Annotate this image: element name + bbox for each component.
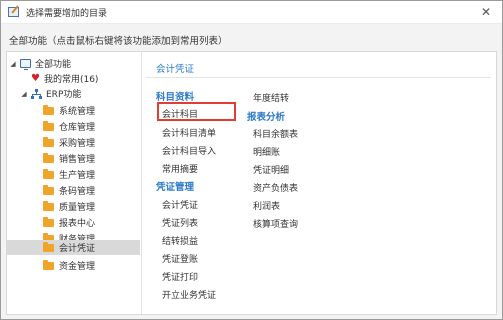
- section-title: 会计凭证: [156, 64, 195, 75]
- item-voucher-detail[interactable]: 凭证明细: [253, 163, 289, 176]
- tree-node-label: 系统管理: [59, 107, 96, 117]
- section-divider: [146, 77, 491, 78]
- tree-node-module[interactable]: 质量管理: [43, 199, 95, 214]
- tree-node-label: 质量管理: [59, 203, 96, 213]
- collapse-caret-icon[interactable]: ◢: [9, 60, 17, 68]
- tree-node-module[interactable]: 销售管理: [43, 151, 95, 166]
- tree-node-module[interactable]: 仓库管理: [43, 119, 95, 134]
- org-chart-icon: [31, 88, 42, 99]
- dialog-window: 选择需要增加的目录 ✕ 全部功能（点击鼠标右键将该功能添加到常用列表） ◢ 全部…: [0, 0, 503, 320]
- tree-node-label: 全部功能: [35, 60, 72, 70]
- item-year-end-carryover[interactable]: 年度结转: [253, 91, 289, 104]
- tree-node-module[interactable]: 系统管理: [43, 103, 95, 118]
- item-accounting-item-query[interactable]: 核算项查询: [253, 217, 298, 230]
- item-voucher-list[interactable]: 凭证列表: [162, 216, 198, 229]
- item-detail-ledger[interactable]: 明细账: [253, 145, 280, 158]
- folder-icon: [43, 259, 54, 270]
- tree-node-erp[interactable]: ◢ ERP功能: [20, 86, 81, 101]
- group-title-voucher-mgmt: 凭证管理: [156, 182, 195, 193]
- item-carry-forward-pl[interactable]: 结转损益: [162, 234, 198, 247]
- tree-node-module[interactable]: 条码管理: [43, 183, 95, 198]
- tree-node-module[interactable]: 资金管理: [43, 258, 95, 273]
- folder-icon: [43, 200, 54, 211]
- item-voucher-posting[interactable]: 凭证登账: [162, 252, 198, 265]
- monitor-icon: [20, 59, 31, 70]
- item-accounting-voucher[interactable]: 会计凭证: [162, 198, 198, 211]
- tree-node-module[interactable]: 报表中心: [43, 215, 95, 230]
- group-title-subject-data: 科目资料: [156, 92, 195, 103]
- tree-node-label: 条码管理: [59, 187, 96, 197]
- item-subject-balance[interactable]: 科目余额表: [253, 127, 298, 140]
- folder-icon: [43, 136, 54, 147]
- tree-node-label: 会计凭证: [59, 244, 96, 254]
- item-subject-import[interactable]: 会计科目导入: [162, 144, 216, 157]
- title-bar: 选择需要增加的目录 ✕: [1, 1, 502, 24]
- tree-node-label: ERP功能: [46, 90, 82, 100]
- highlight-box: [157, 102, 236, 121]
- item-open-business-voucher[interactable]: 开立业务凭证: [162, 288, 216, 301]
- function-tree: ◢ 全部功能 ♥ 我的常用(16) ◢ ERP功能 系统管理 仓库管理 采购管理…: [7, 52, 140, 314]
- tree-node-module[interactable]: 采购管理: [43, 135, 95, 150]
- tree-node-module-selected[interactable]: 会计凭证: [7, 240, 140, 255]
- tree-node-label: 采购管理: [59, 139, 96, 149]
- tree-node-label: 仓库管理: [59, 123, 96, 133]
- tree-node-module[interactable]: 生产管理: [43, 167, 95, 182]
- edit-document-icon: [7, 5, 21, 19]
- folder-icon: [43, 104, 54, 115]
- tree-node-label: 销售管理: [59, 155, 96, 165]
- collapse-caret-icon[interactable]: ◢: [20, 90, 28, 98]
- tree-node-label: 资金管理: [59, 262, 96, 272]
- tree-node-label: 我的常用(16): [43, 75, 99, 85]
- hint-text: 全部功能（点击鼠标右键将该功能添加到常用列表）: [9, 36, 228, 47]
- folder-icon: [43, 216, 54, 227]
- item-balance-sheet[interactable]: 资产负债表: [253, 181, 298, 194]
- tree-node-favorites[interactable]: ♥ 我的常用(16): [31, 71, 98, 86]
- heart-icon: ♥: [31, 72, 40, 84]
- folder-icon: [43, 168, 54, 179]
- function-content: 会计凭证 科目资料 会计科目 会计科目清单 会计科目导入 常用摘要 凭证管理 会…: [142, 52, 496, 314]
- item-common-summary[interactable]: 常用摘要: [162, 162, 198, 175]
- item-voucher-print[interactable]: 凭证打印: [162, 270, 198, 283]
- folder-icon: [43, 184, 54, 195]
- item-subject-list[interactable]: 会计科目清单: [162, 126, 216, 139]
- item-income-statement[interactable]: 利润表: [253, 199, 280, 212]
- tree-node-label: 生产管理: [59, 171, 96, 181]
- tree-node-all-functions[interactable]: ◢ 全部功能: [9, 56, 71, 71]
- window-title: 选择需要增加的目录: [26, 8, 108, 19]
- folder-icon: [43, 241, 54, 252]
- tree-node-label: 报表中心: [59, 219, 96, 229]
- main-panel: ◢ 全部功能 ♥ 我的常用(16) ◢ ERP功能 系统管理 仓库管理 采购管理…: [6, 51, 497, 315]
- folder-icon: [43, 120, 54, 131]
- close-button[interactable]: ✕: [478, 4, 494, 20]
- folder-icon: [43, 152, 54, 163]
- group-title-report-analysis: 报表分析: [247, 112, 286, 123]
